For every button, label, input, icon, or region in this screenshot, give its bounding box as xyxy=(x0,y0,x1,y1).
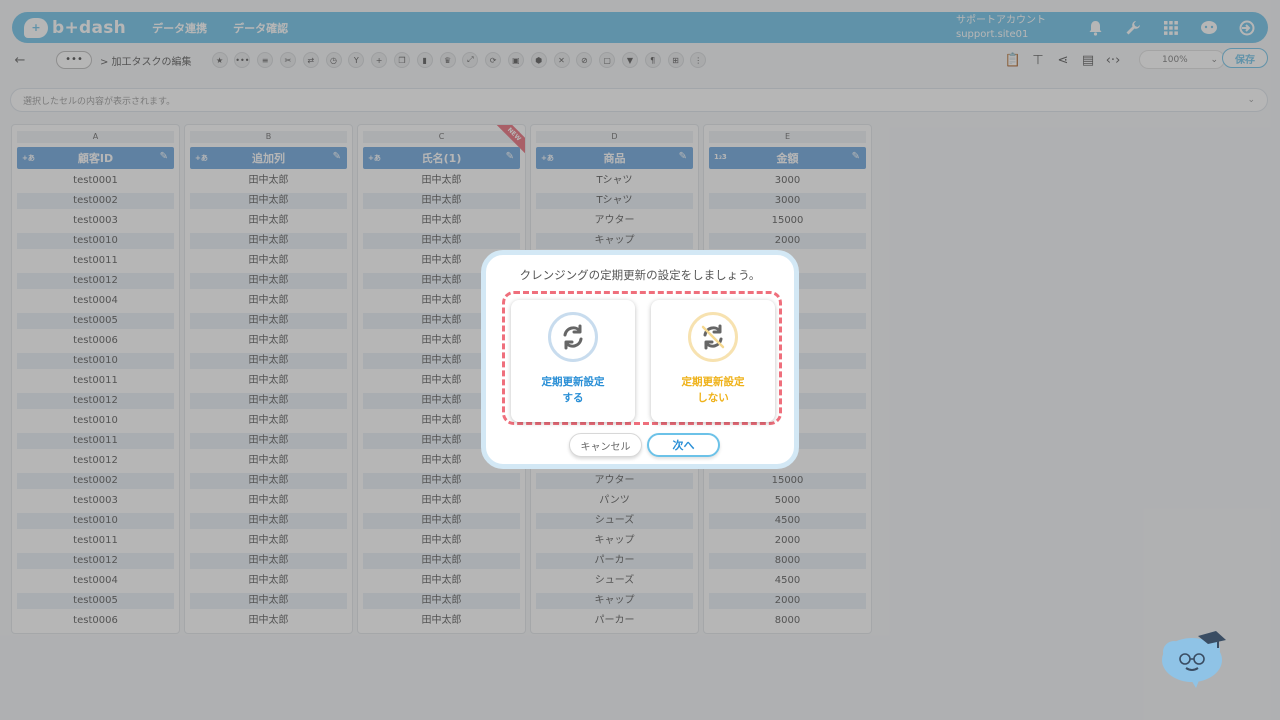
periodic-update-dialog: クレンジングの定期更新の設定をしましょう。 定期更新設定 する 定期更新設定 し… xyxy=(481,250,799,469)
option-label: 定期更新設定 する xyxy=(541,376,605,404)
option-enable-periodic-update[interactable]: 定期更新設定 する xyxy=(511,300,635,422)
cancel-button[interactable]: キャンセル xyxy=(569,433,642,457)
option-label: 定期更新設定 しない xyxy=(681,376,745,404)
mascot-icon[interactable] xyxy=(1160,628,1228,690)
highlight-frame: 定期更新設定 する 定期更新設定 しない xyxy=(502,291,782,425)
dialog-title: クレンジングの定期更新の設定をしましょう。 xyxy=(519,268,761,282)
option-disable-periodic-update[interactable]: 定期更新設定 しない xyxy=(651,300,775,422)
refresh-icon xyxy=(548,312,598,362)
no-refresh-icon xyxy=(688,312,738,362)
next-button[interactable]: 次へ xyxy=(647,433,720,457)
